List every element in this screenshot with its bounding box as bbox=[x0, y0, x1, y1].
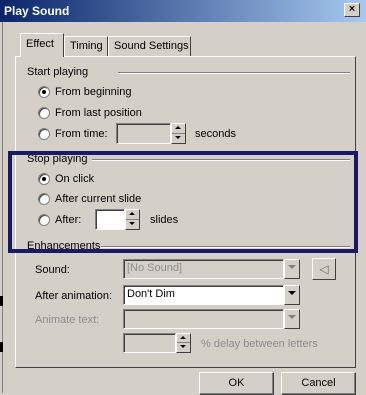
tab-label: Sound Settings bbox=[114, 40, 189, 52]
window-left-edge bbox=[0, 22, 3, 393]
delay-input[interactable] bbox=[123, 333, 176, 353]
radio-label: From beginning bbox=[55, 86, 132, 98]
time-unit-label: seconds bbox=[195, 128, 236, 140]
chevron-down-icon bbox=[288, 291, 296, 295]
spin-down[interactable] bbox=[177, 343, 190, 352]
tab-label: Effect bbox=[26, 38, 54, 50]
after-animation-label: After animation: bbox=[35, 290, 113, 302]
tab-effect[interactable]: Effect bbox=[20, 33, 64, 57]
radio-from-time[interactable] bbox=[38, 128, 50, 140]
after-animation-dropdown-button[interactable] bbox=[284, 285, 300, 305]
speaker-icon: ◁ bbox=[319, 262, 329, 276]
spin-up[interactable] bbox=[172, 124, 185, 134]
spin-up-icon bbox=[175, 126, 181, 129]
sound-play-button[interactable]: ◁ bbox=[312, 258, 336, 280]
after-animation-select[interactable]: Don't Dim bbox=[123, 285, 284, 305]
chevron-down-icon bbox=[288, 265, 296, 269]
highlight-rectangle bbox=[8, 151, 358, 253]
sound-select[interactable]: [No Sound] bbox=[123, 259, 284, 279]
chevron-down-icon bbox=[288, 315, 296, 319]
animate-text-label: Animate text: bbox=[35, 314, 100, 326]
radio-from-beginning[interactable] bbox=[38, 86, 50, 98]
window-title: Play Sound bbox=[4, 4, 70, 18]
left-edge-mark bbox=[0, 296, 3, 306]
radio-label: From last position bbox=[55, 107, 142, 119]
cancel-button[interactable]: Cancel bbox=[281, 372, 356, 395]
group-divider bbox=[118, 72, 350, 74]
close-button[interactable]: × bbox=[344, 3, 360, 17]
spin-down[interactable] bbox=[172, 134, 185, 144]
spin-up[interactable] bbox=[177, 334, 190, 343]
left-edge-mark bbox=[0, 342, 3, 352]
animate-text-select[interactable] bbox=[123, 309, 284, 329]
delay-label: % delay between letters bbox=[201, 338, 318, 350]
radio-label: From time: bbox=[55, 128, 108, 140]
ok-button[interactable]: OK bbox=[199, 372, 274, 395]
sound-label: Sound: bbox=[35, 264, 70, 276]
radio-selected-dot bbox=[42, 90, 46, 94]
close-icon: × bbox=[348, 3, 356, 15]
delay-spinner[interactable] bbox=[176, 333, 191, 353]
radio-from-last-position[interactable] bbox=[38, 107, 50, 119]
spin-down-icon bbox=[180, 345, 186, 348]
time-input[interactable] bbox=[116, 123, 171, 144]
tab-timing[interactable]: Timing bbox=[64, 36, 108, 56]
tab-sound-settings[interactable]: Sound Settings bbox=[108, 36, 191, 56]
tab-label: Timing bbox=[70, 40, 103, 52]
time-spinner[interactable] bbox=[171, 123, 186, 144]
title-bar[interactable]: Play Sound × bbox=[0, 0, 366, 22]
spin-down-icon bbox=[175, 135, 181, 139]
start-playing-header: Start playing bbox=[27, 66, 89, 78]
sound-dropdown-button[interactable] bbox=[284, 259, 300, 279]
spin-up-icon bbox=[180, 336, 186, 339]
animate-text-dropdown-button[interactable] bbox=[284, 309, 300, 329]
